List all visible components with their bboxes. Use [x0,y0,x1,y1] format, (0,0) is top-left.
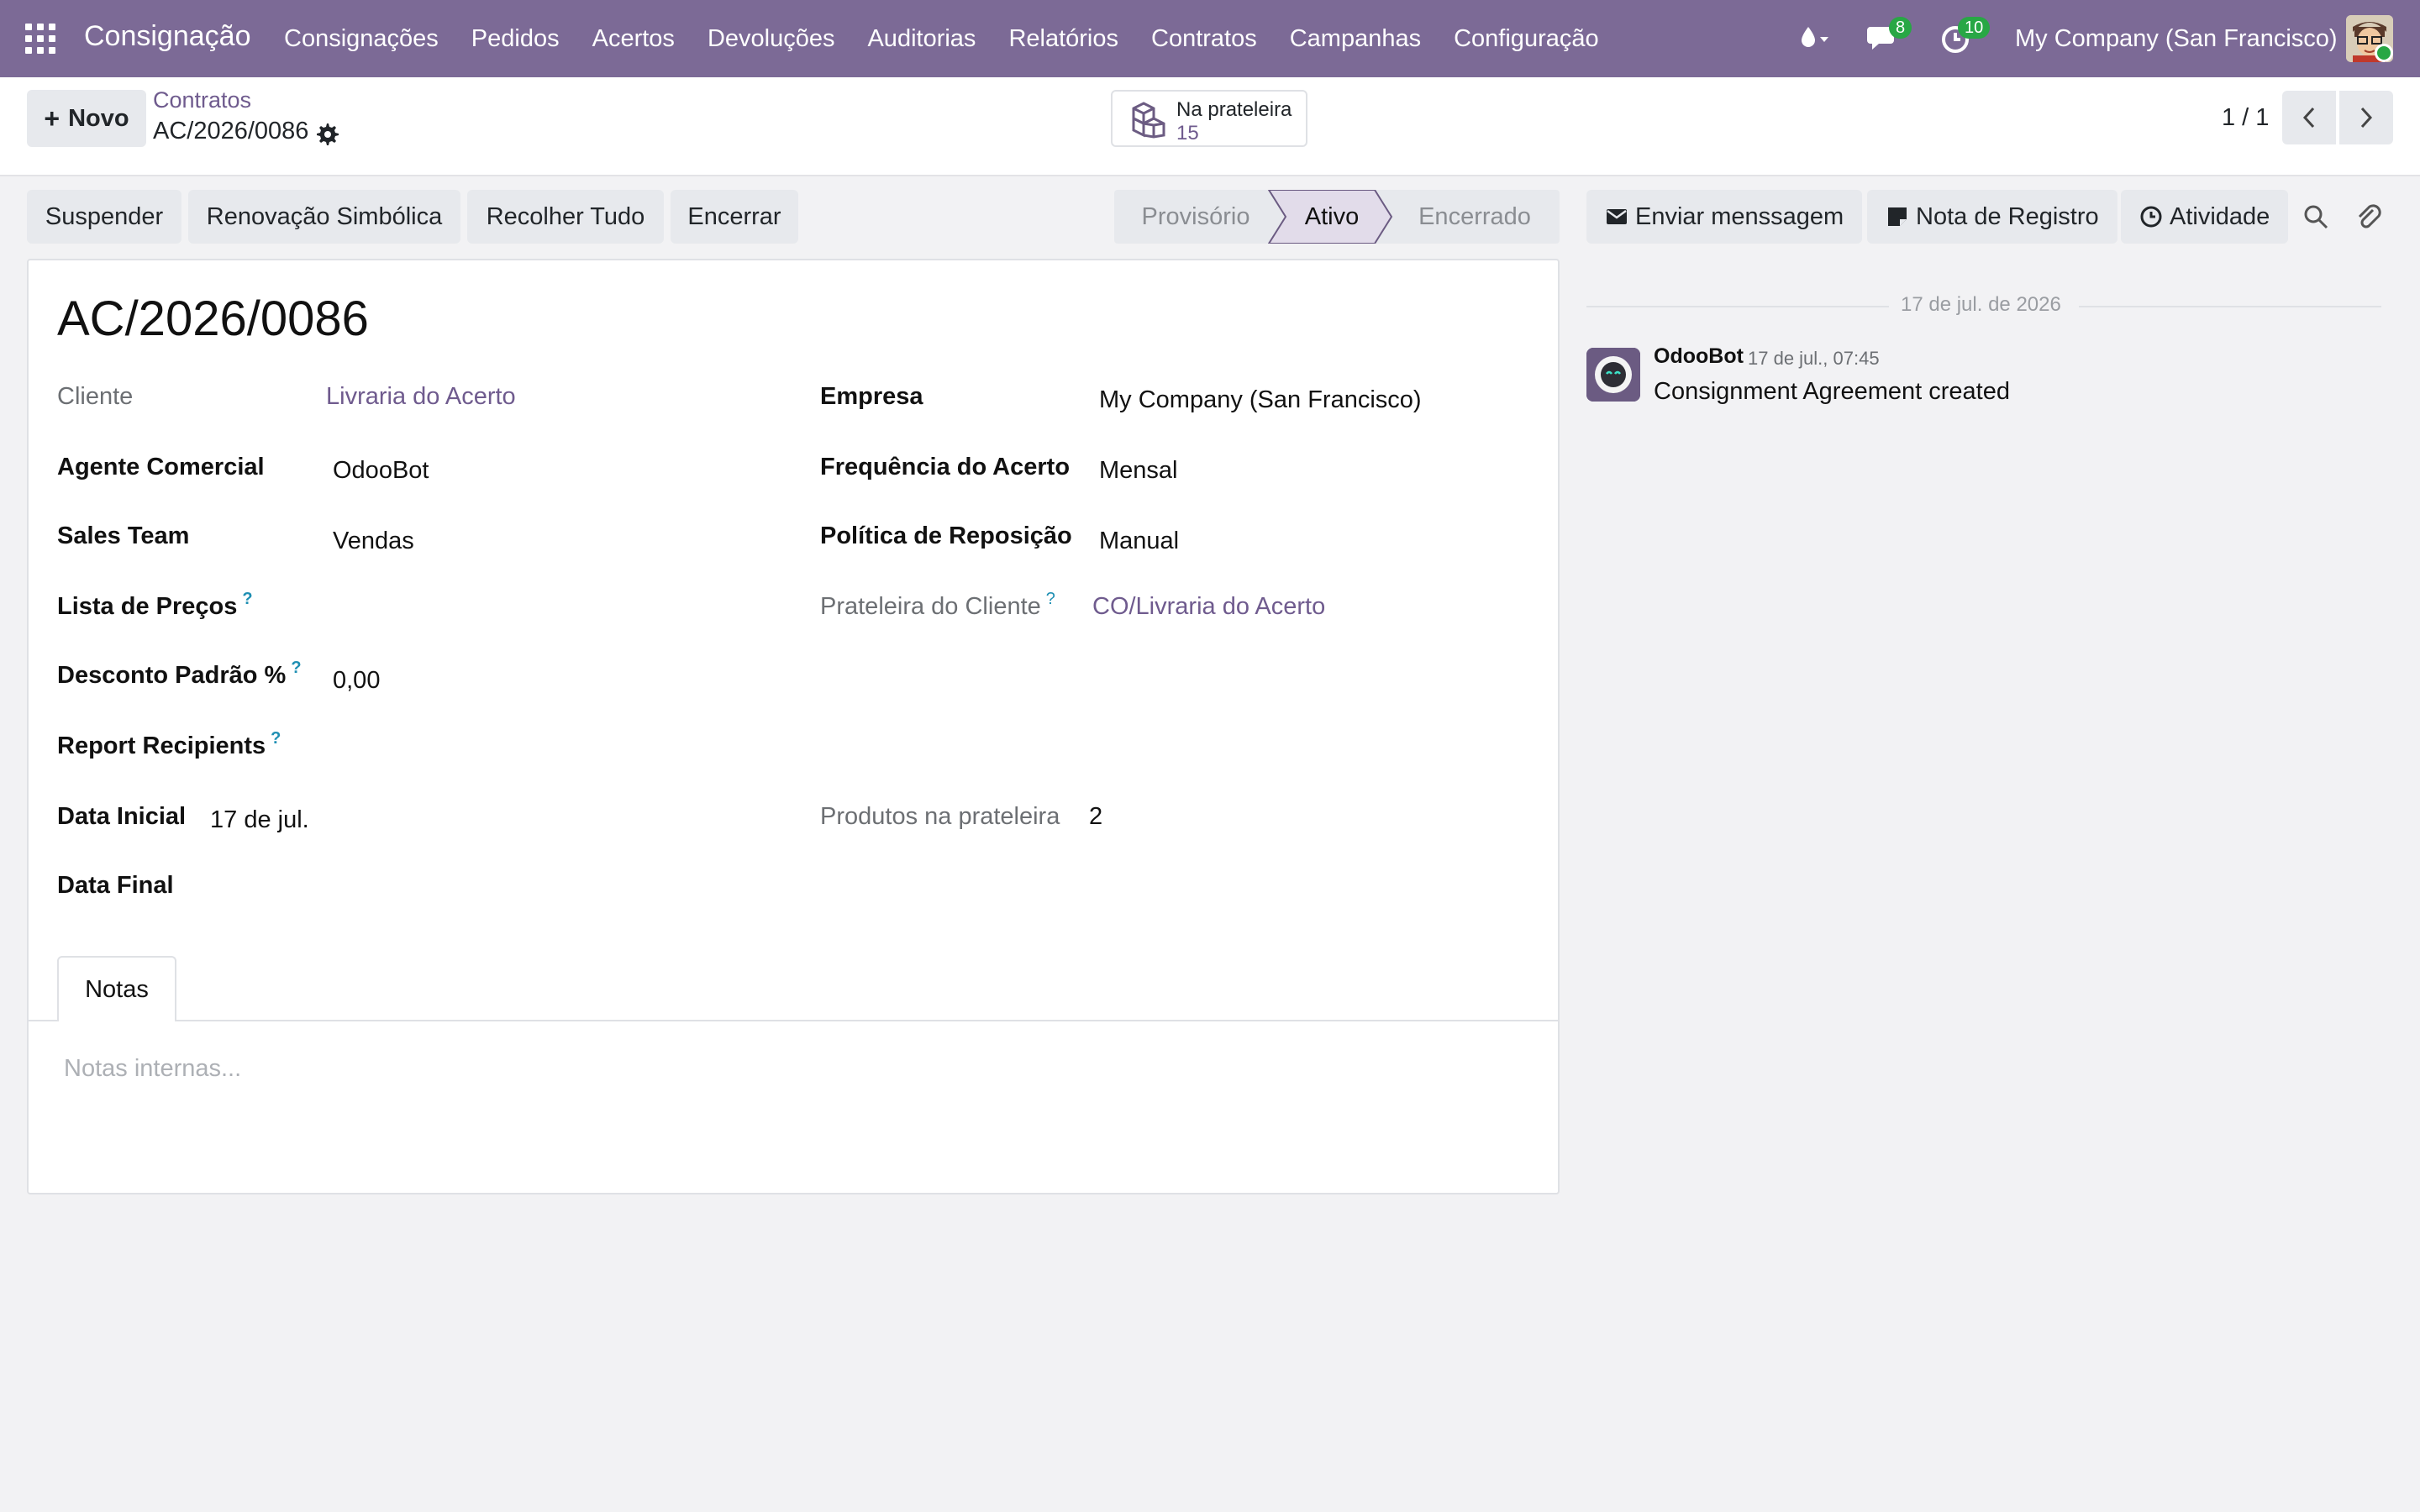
pricelist-field[interactable] [333,596,770,627]
activity-label: Atividade [2170,202,2270,230]
cubes-icon [1132,102,1165,139]
suspend-button[interactable]: Suspender [27,190,182,244]
sales-team-value[interactable]: Vendas [333,528,414,555]
shelf-stat-label: Na prateleira [1176,98,1292,121]
chevron-left-icon [2302,107,2315,129]
symbolic-renewal-button[interactable]: Renovação Simbólica [188,190,460,244]
collect-all-button[interactable]: Recolher Tudo [467,190,664,244]
pager-previous-button[interactable] [2282,91,2336,144]
menu-item-acertos[interactable]: Acertos [592,25,675,53]
date-separator-line-right [2079,306,2381,307]
company-switcher[interactable]: My Company (San Francisco) [2015,25,2338,53]
customer-shelf-value[interactable]: CO/Livraria do Acerto [1092,593,1325,621]
new-record-button[interactable]: + Novo [27,90,146,147]
odoobot-avatar[interactable] [1586,348,1640,402]
shelf-stat-button[interactable]: Na prateleira 15 [1111,90,1307,147]
date-separator-line-left [1586,306,1889,307]
activity-button[interactable]: Atividade [2121,190,2289,244]
message-time: 17 de jul., 07:45 [1748,348,1880,369]
stage-active[interactable]: Ativo [1286,190,1378,244]
help-icon[interactable]: ? [242,590,252,608]
pricelist-label: Lista de Preços? [57,590,253,621]
gear-icon[interactable] [314,121,339,146]
sticky-note-icon [1888,207,1907,226]
new-record-label: Novo [68,104,129,132]
menu-item-configuracao[interactable]: Configuração [1454,25,1599,53]
apps-menu-icon[interactable] [25,24,55,54]
settlement-frequency-value[interactable]: Mensal [1099,457,1178,485]
client-label: Cliente [57,383,134,410]
shelf-products-value: 2 [1089,803,1103,830]
report-recipients-label: Report Recipients? [57,729,281,760]
pager-next-button[interactable] [2339,91,2393,144]
send-message-label: Enviar menssagem [1635,202,1844,230]
paperclip-icon[interactable] [2354,202,2381,232]
menu-item-pedidos[interactable]: Pedidos [471,25,560,53]
menu-item-auditorias[interactable]: Auditorias [867,25,976,53]
report-recipients-label-text: Report Recipients [57,732,266,759]
menu-item-contratos[interactable]: Contratos [1151,25,1257,53]
help-icon[interactable]: ? [1046,590,1055,608]
log-note-label: Nota de Registro [1916,202,2099,230]
end-date-label: Data Final [57,872,174,899]
form-sheet: AC/2026/0086 Cliente Livraria do Acerto … [27,259,1560,1194]
stage-draft[interactable]: Provisório [1126,190,1265,244]
report-recipients-field[interactable] [333,734,770,764]
company-value[interactable]: My Company (San Francisco) [1099,386,1422,414]
breadcrumb-current: AC/2026/0086 [153,118,309,144]
company-label: Empresa [820,383,923,410]
control-panel: + Novo Contratos AC/2026/0086 Na pratele… [0,77,2420,176]
menu-item-consignacoes[interactable]: Consignações [284,25,439,53]
online-status-dot [2375,44,2393,62]
date-separator: 17 de jul. de 2026 [1901,293,2061,316]
sales-agent-value[interactable]: OdooBot [333,457,429,485]
shelf-products-label: Produtos na prateleira [820,803,1060,830]
internal-notes-input[interactable]: Notas internas... [64,1055,241,1083]
replenishment-policy-label: Política de Reposição [820,522,1072,549]
chevron-right-icon [2360,107,2373,129]
customer-shelf-label: Prateleira do Cliente? [820,590,1055,621]
messages-badge: 8 [1889,17,1912,39]
discount-label-text: Desconto Padrão % [57,662,287,689]
send-message-button[interactable]: Enviar menssagem [1586,190,1863,244]
status-bar: Provisório Ativo Encerrado [1114,190,1560,244]
plus-icon: + [44,102,60,134]
start-date-label: Data Inicial [57,803,187,830]
end-date-field[interactable] [210,874,714,904]
pager-value[interactable]: 1 / 1 [2222,104,2269,132]
message-body: Consignment Agreement created [1654,378,2010,405]
tab-notes[interactable]: Notas [57,956,176,1021]
sales-agent-label: Agente Comercial [57,454,265,480]
close-contract-button[interactable]: Encerrar [671,190,798,244]
discount-label: Desconto Padrão %? [57,659,302,690]
shelf-stat-value: 15 [1176,122,1199,144]
pricelist-label-text: Lista de Preços [57,593,238,620]
search-icon[interactable] [2302,203,2329,230]
replenishment-policy-value[interactable]: Manual [1099,528,1179,555]
tab-divider [29,1020,1558,1021]
sales-team-label: Sales Team [57,522,190,549]
activities-badge: 10 [1958,17,1991,39]
main-menu: Consignações Pedidos Acertos Devoluções … [284,25,1632,53]
message-author[interactable]: OdooBot [1654,344,1744,369]
start-date-value[interactable]: 17 de jul. [210,806,309,834]
discount-value[interactable]: 0,00 [333,667,380,695]
client-value[interactable]: Livraria do Acerto [326,383,516,411]
stage-closed[interactable]: Encerrado [1395,190,1555,244]
menu-item-relatorios[interactable]: Relatórios [1008,25,1118,53]
record-title[interactable]: AC/2026/0086 [57,291,369,347]
envelope-icon [1607,209,1627,224]
menu-item-campanhas[interactable]: Campanhas [1290,25,1421,53]
help-icon[interactable]: ? [291,659,301,677]
help-icon[interactable]: ? [271,729,281,748]
top-navbar: Consignação Consignações Pedidos Acertos… [0,0,2420,77]
menu-item-devolucoes[interactable]: Devoluções [708,25,835,53]
app-brand[interactable]: Consignação [84,20,250,53]
log-note-button[interactable]: Nota de Registro [1867,190,2118,244]
breadcrumb-parent-link[interactable]: Contratos [153,87,251,113]
debug-drop-icon[interactable] [1797,22,1830,55]
customer-shelf-label-text: Prateleira do Cliente [820,593,1041,620]
settlement-frequency-label: Frequência do Acerto [820,454,1071,480]
clock-icon [2140,206,2162,228]
